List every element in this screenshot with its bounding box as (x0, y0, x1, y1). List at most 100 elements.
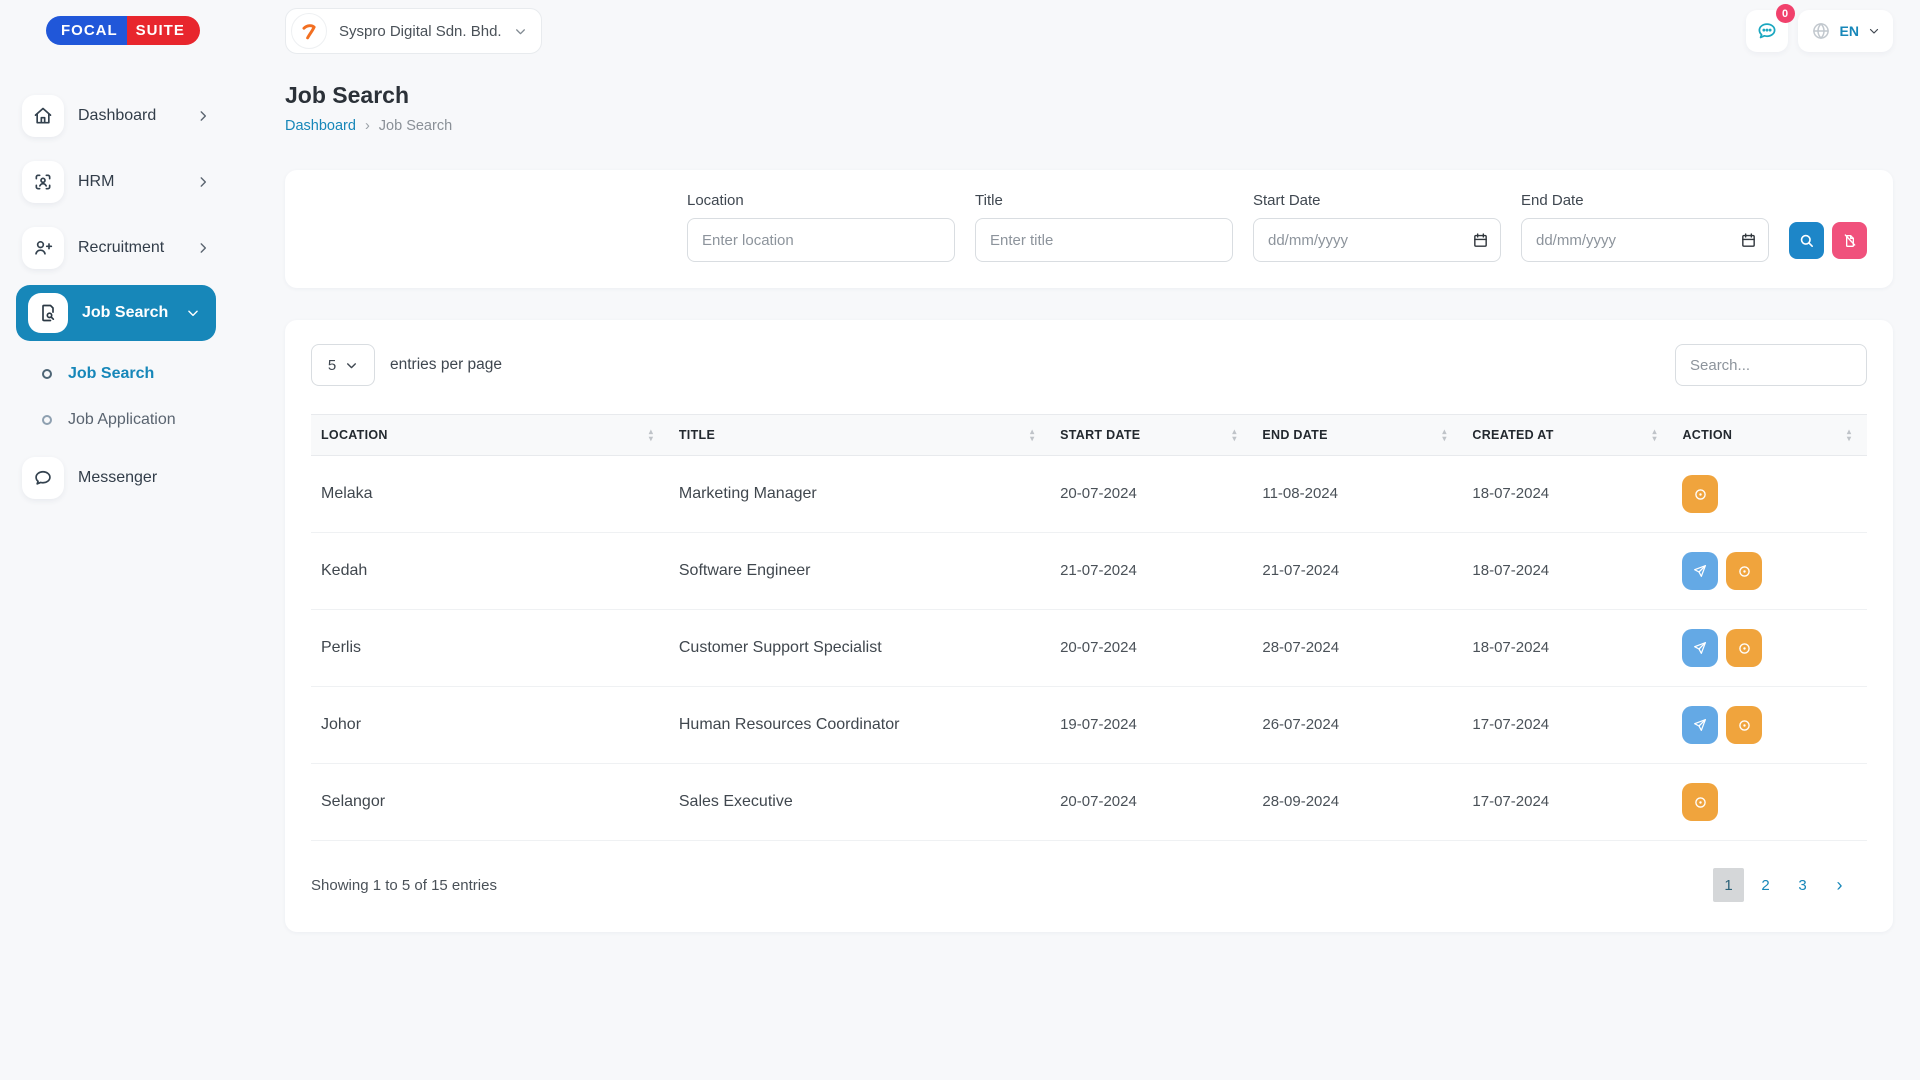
cell-created-at: 17-07-2024 (1472, 716, 1549, 733)
breadcrumb-dashboard-link[interactable]: Dashboard (285, 118, 356, 134)
column-header-location: LOCATION (321, 428, 388, 442)
entries-per-page-select[interactable]: 5 (311, 344, 375, 386)
chevron-right-icon (196, 241, 210, 255)
main-content: Syspro Digital Sdn. Bhd. 0 EN Job Search (232, 0, 1920, 1080)
sidebar-item-job-search[interactable]: Job Search (16, 285, 216, 341)
table-row: Selangor Sales Executive 20-07-2024 28-0… (311, 764, 1867, 841)
sidebar-nav: Dashboard HRM Recruitment (0, 87, 232, 507)
sidebar-subitem-job-application[interactable]: Job Application (0, 397, 232, 443)
app-logo-focal: FOCAL (46, 16, 127, 45)
sort-icon[interactable]: ▴▾ (1847, 428, 1851, 442)
cell-title: Software Engineer (679, 562, 811, 579)
title-input[interactable] (975, 218, 1233, 262)
filter-card: Location Title Start Date End Date (285, 170, 1893, 288)
page-title: Job Search (285, 82, 1893, 109)
sidebar-item-recruitment[interactable]: Recruitment (0, 219, 232, 277)
chevron-down-icon (186, 306, 200, 320)
send-button[interactable] (1682, 552, 1718, 590)
messages-button[interactable]: 0 (1746, 10, 1788, 52)
cell-created-at: 18-07-2024 (1472, 562, 1549, 579)
globe-icon (1811, 21, 1831, 41)
cell-title: Sales Executive (679, 793, 793, 810)
end-date-input[interactable] (1521, 218, 1769, 262)
cell-created-at: 18-07-2024 (1472, 639, 1549, 656)
page-3-button[interactable]: 3 (1787, 868, 1818, 902)
table-controls: 5 entries per page (311, 344, 1867, 386)
notification-badge: 0 (1776, 4, 1795, 23)
table-card: 5 entries per page LOCATION▴▾ TITLE▴▾ ST… (285, 320, 1893, 932)
cell-start-date: 20-07-2024 (1060, 793, 1137, 810)
sidebar-item-dashboard[interactable]: Dashboard (0, 87, 232, 145)
sidebar-subitem-label: Job Application (68, 411, 176, 429)
cell-title: Customer Support Specialist (679, 639, 882, 656)
user-scan-icon (22, 161, 64, 203)
sort-icon[interactable]: ▴▾ (1030, 428, 1034, 442)
send-button[interactable] (1682, 706, 1718, 744)
sidebar-item-label: Dashboard (78, 107, 156, 125)
table-row: Perlis Customer Support Specialist 20-07… (311, 610, 1867, 687)
sidebar-item-hrm[interactable]: HRM (0, 153, 232, 211)
cell-end-date: 28-09-2024 (1262, 793, 1339, 810)
cell-end-date: 26-07-2024 (1262, 716, 1339, 733)
sort-icon[interactable]: ▴▾ (1652, 428, 1656, 442)
reset-filter-button[interactable] (1832, 222, 1867, 259)
app-logo-suite: SUITE (127, 16, 200, 45)
breadcrumb-separator: › (365, 118, 370, 134)
cell-start-date: 21-07-2024 (1060, 562, 1137, 579)
cell-location: Perlis (321, 639, 361, 656)
cell-end-date: 11-08-2024 (1262, 485, 1338, 502)
send-button[interactable] (1682, 629, 1718, 667)
sort-icon[interactable]: ▴▾ (1442, 428, 1446, 442)
view-button[interactable] (1726, 629, 1762, 667)
view-button[interactable] (1682, 475, 1718, 513)
cell-end-date: 21-07-2024 (1262, 562, 1339, 579)
chevron-right-icon (196, 175, 210, 189)
sidebar-subitem-job-search[interactable]: Job Search (0, 351, 232, 397)
cell-end-date: 28-07-2024 (1262, 639, 1339, 656)
view-button[interactable] (1726, 706, 1762, 744)
jobs-table: LOCATION▴▾ TITLE▴▾ START DATE▴▾ END DATE… (311, 414, 1867, 841)
bullet-ring-icon (42, 415, 52, 425)
page-1-button[interactable]: 1 (1713, 868, 1744, 902)
location-input[interactable] (687, 218, 955, 262)
start-date-input[interactable] (1253, 218, 1501, 262)
end-date-label: End Date (1521, 192, 1769, 209)
page-2-button[interactable]: 2 (1750, 868, 1781, 902)
document-search-icon (28, 293, 68, 333)
topbar: Syspro Digital Sdn. Bhd. 0 EN (285, 8, 1893, 54)
view-button[interactable] (1726, 552, 1762, 590)
cell-title: Marketing Manager (679, 485, 817, 502)
table-header-row: LOCATION▴▾ TITLE▴▾ START DATE▴▾ END DATE… (311, 415, 1867, 456)
column-header-action: ACTION (1682, 428, 1732, 442)
filter-buttons (1789, 222, 1867, 259)
search-filter-button[interactable] (1789, 222, 1824, 259)
table-search-input[interactable] (1675, 344, 1867, 386)
view-button[interactable] (1682, 783, 1718, 821)
sidebar-item-label: Messenger (78, 469, 157, 487)
sidebar-item-label: HRM (78, 173, 114, 191)
chevron-right-icon (196, 109, 210, 123)
cell-start-date: 20-07-2024 (1060, 639, 1137, 656)
company-selector[interactable]: Syspro Digital Sdn. Bhd. (285, 8, 542, 54)
column-header-end-date: END DATE (1262, 428, 1327, 442)
table-footer: Showing 1 to 5 of 15 entries 1 2 3 › (311, 868, 1867, 902)
cell-created-at: 17-07-2024 (1472, 793, 1549, 810)
cell-location: Johor (321, 716, 361, 733)
cell-location: Kedah (321, 562, 367, 579)
cell-title: Human Resources Coordinator (679, 716, 900, 733)
table-row: Melaka Marketing Manager 20-07-2024 11-0… (311, 456, 1867, 533)
start-date-label: Start Date (1253, 192, 1501, 209)
app-logo[interactable]: FOCAL SUITE (46, 16, 200, 45)
column-header-created-at: CREATED AT (1472, 428, 1553, 442)
next-page-button[interactable]: › (1824, 868, 1855, 902)
cell-location: Selangor (321, 793, 385, 810)
chevron-down-icon (1868, 25, 1880, 37)
sort-icon[interactable]: ▴▾ (649, 428, 653, 442)
sidebar-item-messenger[interactable]: Messenger (0, 449, 232, 507)
sidebar-item-label: Job Search (82, 304, 168, 322)
location-field: Location (687, 192, 955, 262)
end-date-field: End Date (1521, 192, 1769, 262)
language-selector[interactable]: EN (1798, 10, 1893, 52)
chevron-down-icon (514, 25, 527, 38)
sort-icon[interactable]: ▴▾ (1232, 428, 1236, 442)
